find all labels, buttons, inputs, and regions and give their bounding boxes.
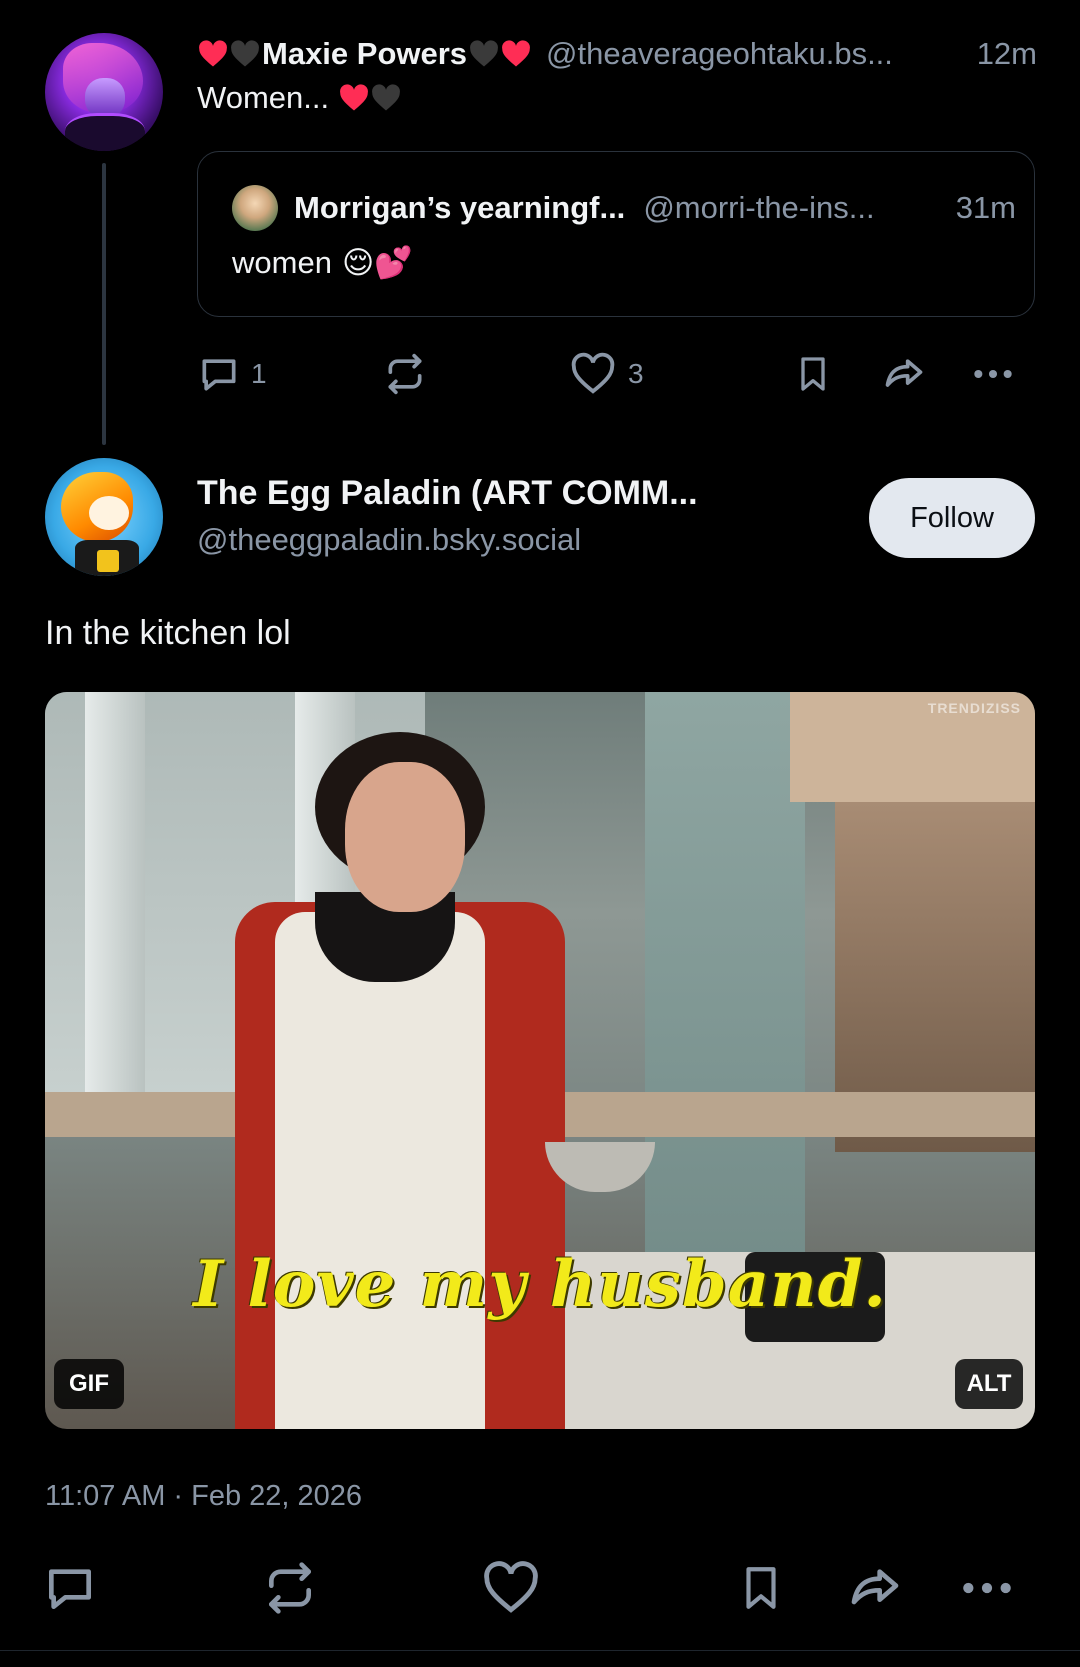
red-heart-icon xyxy=(198,40,228,68)
more-options-button[interactable] xyxy=(958,1560,1016,1616)
heart-outline-icon xyxy=(571,352,615,394)
share-icon xyxy=(885,359,923,387)
gif-media[interactable]: TRENDIZISS I love my husband. GIF ALT xyxy=(45,692,1035,1429)
quoted-handle[interactable]: @morri-the-ins... xyxy=(643,190,874,226)
parent-post-time[interactable]: 12m xyxy=(977,36,1037,72)
red-heart-icon xyxy=(339,84,369,112)
repost-button[interactable] xyxy=(383,352,427,396)
main-post-actions xyxy=(42,1560,1032,1620)
parent-handle[interactable]: @theaverageohtaku.bs... xyxy=(546,36,893,72)
parent-post-actions: 1 3 xyxy=(197,350,1027,400)
reply-button[interactable]: 1 xyxy=(197,352,267,396)
main-display-name[interactable]: The Egg Paladin (ART COMM... xyxy=(197,474,698,513)
main-post-text: In the kitchen lol xyxy=(45,614,291,652)
bookmark-icon xyxy=(801,357,825,391)
parent-author-avatar[interactable] xyxy=(45,33,163,151)
black-heart-icon xyxy=(469,40,499,68)
quoted-post-header: Morrigan’s yearningf... @morri-the-ins..… xyxy=(294,190,1016,226)
gif-badge: GIF xyxy=(54,1359,124,1409)
gif-caption: I love my husband. xyxy=(193,1247,887,1322)
heart-outline-icon xyxy=(484,1561,538,1613)
red-heart-icon xyxy=(501,40,531,68)
more-options-button[interactable] xyxy=(970,352,1016,396)
repost-icon xyxy=(269,1562,311,1614)
quoted-post-text-content: women xyxy=(232,244,332,280)
bottom-divider xyxy=(0,1650,1080,1651)
main-author-avatar[interactable] xyxy=(45,458,163,576)
share-button[interactable] xyxy=(845,1560,905,1616)
share-button[interactable] xyxy=(880,352,928,396)
share-icon xyxy=(851,1569,899,1605)
alt-text-button[interactable]: ALT xyxy=(955,1359,1023,1409)
like-button[interactable]: 3 xyxy=(570,352,644,396)
bookmark-button[interactable] xyxy=(793,352,833,396)
like-button[interactable] xyxy=(482,1560,540,1616)
repost-button[interactable] xyxy=(262,1560,318,1616)
reply-count: 1 xyxy=(251,358,267,389)
quoted-display-name[interactable]: Morrigan’s yearningf... xyxy=(294,190,625,226)
post-timestamp[interactable]: 11:07 AM · Feb 22, 2026 xyxy=(45,1480,362,1513)
parent-post-text-content: Women... xyxy=(197,80,330,115)
parent-display-name[interactable]: Maxie Powers xyxy=(262,36,467,72)
follow-button[interactable]: Follow xyxy=(869,478,1035,558)
parent-post-header: Maxie Powers @theaverageohtaku.bs... 12m xyxy=(197,34,1037,74)
black-heart-icon xyxy=(371,84,401,112)
quoted-post-card[interactable]: Morrigan’s yearningf... @morri-the-ins..… xyxy=(197,151,1035,317)
emoji-text: 😌💕 xyxy=(341,245,413,280)
parent-post-text: Women... xyxy=(197,80,402,116)
media-watermark: TRENDIZISS xyxy=(927,700,1021,716)
black-heart-icon xyxy=(230,40,260,68)
more-dots-icon xyxy=(963,1582,1011,1594)
like-count: 3 xyxy=(628,358,644,389)
reply-icon xyxy=(202,359,236,391)
repost-icon xyxy=(388,353,422,395)
reply-icon xyxy=(49,1569,91,1609)
quoted-post-text: women 😌💕 xyxy=(232,244,413,281)
main-handle[interactable]: @theeggpaladin.bsky.social xyxy=(197,522,581,558)
thread-connector-line xyxy=(102,163,106,445)
reply-button[interactable] xyxy=(42,1560,98,1616)
quoted-post-time[interactable]: 31m xyxy=(956,190,1016,226)
quoted-author-avatar[interactable] xyxy=(232,185,278,231)
bookmark-button[interactable] xyxy=(736,1560,786,1616)
more-dots-icon xyxy=(974,369,1012,379)
bookmark-icon xyxy=(746,1567,776,1609)
